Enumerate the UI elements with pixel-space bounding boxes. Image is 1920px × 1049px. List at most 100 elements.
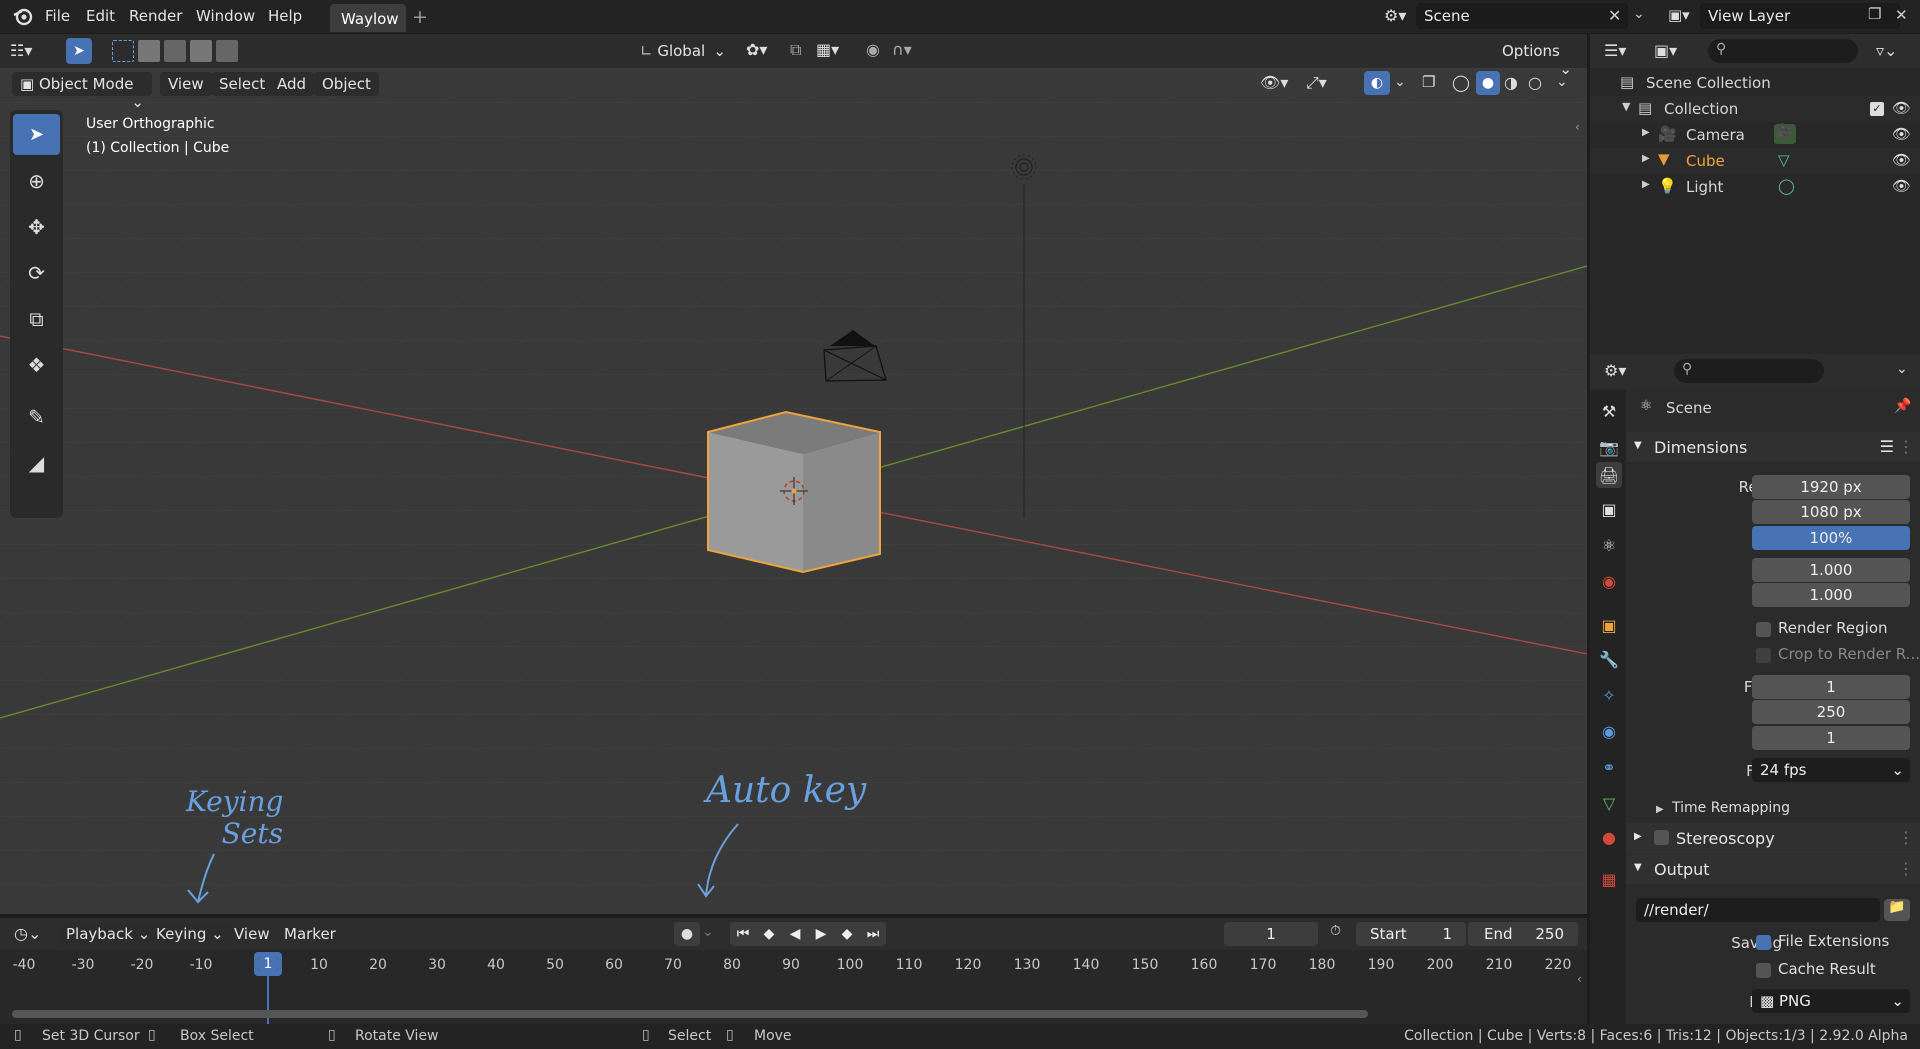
blender-logo-icon[interactable] (12, 6, 34, 30)
3d-viewport[interactable]: ☷▾ ➤ ∟ Global ⌄ ✿▾ ⧉ ▦▾ ◉ ∩▾ Options ⌄ ▣ O… (0, 34, 1587, 914)
timeline-view-menu[interactable]: View (234, 925, 270, 943)
dimensions-panel-header[interactable]: ▼ Dimensions ☰ ⋮ (1626, 432, 1920, 462)
timeline-editor-icon[interactable]: ◷⌄ (14, 924, 41, 943)
frame-step-field[interactable]: 1 (1752, 726, 1910, 750)
shading-material-icon[interactable]: ◑ (1504, 73, 1518, 92)
xray-icon[interactable]: ❐ (1422, 73, 1435, 91)
drag-handle-icon[interactable]: ⋮ (1898, 437, 1914, 456)
jump-start-icon[interactable]: ⏮ (730, 926, 756, 942)
eye-icon[interactable]: 👁 (1892, 151, 1911, 169)
overlays-dropdown-icon[interactable]: ⌄ (1394, 74, 1406, 90)
tool-cursor[interactable]: ⊕ (13, 160, 60, 201)
outliner-row-collection[interactable]: ▼ ▤ Collection ✓ 👁 (1590, 96, 1920, 122)
snap-target-icon[interactable]: ▦▾ (816, 40, 839, 59)
menu-edit[interactable]: Edit (86, 7, 115, 25)
editor-type-icon[interactable]: ☷▾ (10, 41, 32, 60)
camera-data-icon[interactable]: 🎥 (1774, 124, 1796, 144)
shading-rendered-icon[interactable]: ○ (1528, 73, 1542, 92)
expand-arrow-icon[interactable]: ▶ (1642, 153, 1650, 164)
shading-wireframe-icon[interactable]: ◯ (1452, 73, 1470, 92)
outliner-row-cube[interactable]: ▶ ▼ Cube ▽ 👁 (1590, 148, 1920, 174)
mode-dropdown[interactable]: ▣ Object Mode ⌄ (12, 72, 152, 111)
drag-handle-icon[interactable]: ⋮ (1898, 828, 1914, 847)
tool-measure[interactable]: ◢ (13, 442, 60, 483)
data-tab-icon[interactable]: ▽ (1596, 790, 1622, 816)
physics-tab-icon[interactable]: ◉ (1596, 718, 1622, 744)
menu-help[interactable]: Help (268, 7, 302, 25)
menu-select[interactable]: Select (211, 72, 274, 96)
material-tab-icon[interactable]: ● (1596, 824, 1622, 850)
menu-object[interactable]: Object (314, 72, 379, 96)
tool-rotate[interactable]: ⟳ (13, 252, 60, 293)
outliner-editor-icon[interactable]: ☰▾ (1604, 41, 1626, 60)
output-panel-header[interactable]: ▼ Output ⋮ (1626, 854, 1920, 884)
select-intersect-icon[interactable] (216, 40, 238, 62)
end-frame-field[interactable]: End 250 (1468, 922, 1578, 946)
exclude-checkbox[interactable]: ✓ (1870, 102, 1884, 116)
new-view-layer-icon[interactable]: ❐ (1868, 5, 1881, 23)
tool-transform[interactable]: ❖ (13, 344, 60, 385)
menu-render[interactable]: Render (129, 7, 182, 25)
menu-file[interactable]: File (45, 7, 70, 25)
scene-name-field[interactable]: Scene (1416, 3, 1628, 29)
expand-arrow-icon[interactable]: ▶ (1642, 179, 1650, 190)
light-data-icon[interactable]: ◯ (1778, 177, 1795, 195)
pivot-point-icon[interactable]: ✿▾ (746, 40, 767, 59)
stereoscopy-panel-header[interactable]: ▶ Stereoscopy ⋮ (1626, 823, 1920, 853)
file-extensions-checkbox[interactable] (1756, 935, 1771, 950)
add-workspace-icon[interactable]: + (412, 6, 428, 28)
properties-editor-icon[interactable]: ⚙▾ (1604, 361, 1626, 380)
expand-arrow-icon[interactable]: ▶ (1642, 127, 1650, 138)
view-layer-icon[interactable]: ▣▾ (1668, 6, 1690, 24)
stereoscopy-checkbox[interactable] (1654, 830, 1669, 845)
scene-dropdown-icon[interactable]: ⌄ (1633, 6, 1645, 22)
frame-end-field[interactable]: 250 (1752, 700, 1910, 724)
stopwatch-icon[interactable]: ⏱ (1330, 923, 1341, 939)
sidebar-toggle-icon[interactable]: ‹ (1577, 972, 1582, 986)
cache-result-checkbox[interactable] (1756, 963, 1771, 978)
scene-selector-icon[interactable]: ⚙▾ (1384, 6, 1406, 25)
particles-tab-icon[interactable]: ✧ (1596, 682, 1622, 708)
tool-scale[interactable]: ⧉ (13, 298, 60, 339)
pin-icon[interactable]: 📌 (1894, 398, 1911, 414)
crop-region-checkbox[interactable] (1756, 648, 1771, 663)
select-extend-icon[interactable] (138, 40, 160, 62)
jump-end-icon[interactable]: ⏭ (860, 926, 886, 942)
properties-search-input[interactable]: ⚲ (1674, 359, 1824, 383)
display-mode-icon[interactable]: ▣▾ (1654, 41, 1677, 60)
resolution-x-field[interactable]: 1920 px (1752, 475, 1910, 499)
start-frame-field[interactable]: Start 1 (1356, 922, 1466, 946)
output-path-field[interactable]: //render/ (1636, 898, 1880, 922)
expand-arrow-icon[interactable]: ▶ (1656, 804, 1664, 815)
auto-key-record-icon[interactable]: ● (674, 922, 700, 946)
presets-icon[interactable]: ☰ (1880, 437, 1894, 456)
keying-menu[interactable]: Keying ⌄ (148, 922, 232, 946)
render-tab-icon[interactable]: 📷 (1596, 434, 1622, 460)
folder-icon[interactable]: 📁 (1884, 899, 1910, 921)
scene-tab-icon[interactable]: ⚛ (1596, 532, 1622, 558)
proportional-edit-icon[interactable]: ◉ (866, 40, 880, 59)
select-new-icon[interactable] (112, 40, 134, 62)
drag-handle-icon[interactable]: ⋮ (1898, 859, 1914, 878)
select-tool-icon[interactable]: ➤ (66, 38, 92, 64)
outliner-row-scene-collection[interactable]: ▤ Scene Collection (1590, 70, 1920, 96)
overlays-icon[interactable]: ◐ (1364, 71, 1390, 95)
tool-select-box[interactable]: ➤ (13, 114, 60, 155)
select-subtract-icon[interactable] (164, 40, 186, 62)
falloff-icon[interactable]: ∩▾ (892, 40, 912, 59)
menu-view[interactable]: View (160, 72, 212, 96)
prev-keyframe-icon[interactable]: ◆ (756, 926, 782, 942)
aspect-x-field[interactable]: 1.000 (1752, 558, 1910, 582)
aspect-y-field[interactable]: 1.000 (1752, 583, 1910, 607)
next-keyframe-icon[interactable]: ◆ (834, 926, 860, 942)
render-region-checkbox[interactable] (1756, 622, 1771, 637)
marker-menu[interactable]: Marker (284, 925, 336, 943)
workspace-tab[interactable]: Waylow (330, 4, 406, 32)
mesh-data-icon[interactable]: ▽ (1778, 151, 1790, 169)
timeline-ruler[interactable]: -40 -30 -20 -10 10 20 30 40 50 60 70 80 90 100 110 120 1… (0, 953, 1587, 981)
shading-solid-icon[interactable]: ● (1476, 71, 1500, 95)
view-layer-tab-icon[interactable]: ▣ (1596, 496, 1622, 522)
resolution-y-field[interactable]: 1080 px (1752, 500, 1910, 524)
file-format-dropdown[interactable]: ▩ PNG ⌄ (1752, 989, 1910, 1013)
tool-move[interactable]: ✥ (13, 206, 60, 247)
